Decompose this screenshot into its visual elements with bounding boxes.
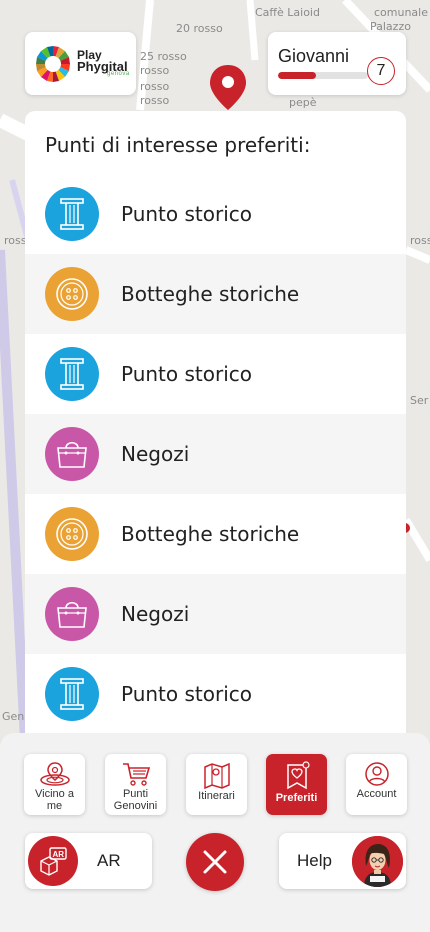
nav-vicino-label: Vicino a me: [35, 788, 74, 812]
favorite-item-label: Botteghe storiche: [121, 282, 300, 306]
bag-icon: [45, 427, 99, 481]
user-progress-fill: [278, 72, 316, 79]
bottom-navigation: Vicino a me Punti Genovini Itinerari Pre…: [0, 733, 430, 932]
favorite-item-label: Punto storico: [121, 202, 253, 226]
nav-account-button[interactable]: Account: [346, 754, 407, 815]
nav-account-label: Account: [356, 788, 397, 800]
favorite-item[interactable]: Punto storico: [25, 334, 406, 414]
map-label: 25 rosso: [140, 50, 187, 63]
logo-mark-icon: [36, 45, 70, 82]
favorite-item[interactable]: Botteghe storiche: [25, 254, 406, 334]
user-level-badge: 7: [367, 57, 395, 85]
map-label: comunale: [374, 6, 429, 19]
nav-preferiti-button[interactable]: Preferiti: [266, 754, 327, 815]
close-button[interactable]: [186, 833, 244, 891]
button-icon: [45, 267, 99, 321]
map-label: Caffè Laioid: [255, 6, 320, 19]
svg-text:AR: AR: [53, 850, 65, 859]
map-label: rosso: [410, 234, 430, 247]
favorite-item[interactable]: Negozi: [25, 414, 406, 494]
nav-punti-button[interactable]: Punti Genovini: [105, 754, 166, 815]
cart-icon: [122, 763, 150, 786]
close-icon: [203, 850, 227, 874]
map-icon: [203, 762, 230, 789]
nav-itinerari-button[interactable]: Itinerari: [186, 754, 247, 815]
column-icon: [45, 667, 99, 721]
user-name: Giovanni: [278, 46, 350, 66]
logo-wordmark: Play Phygital genova: [77, 49, 130, 77]
map-label: rosso: [140, 64, 170, 77]
help-label: Help: [297, 851, 332, 870]
favorite-item-label: Negozi: [121, 602, 190, 626]
nav-vicino-button[interactable]: Vicino a me: [24, 754, 85, 815]
nav-preferiti-label: Preferiti: [275, 792, 318, 804]
heart-tag-icon: [286, 761, 310, 790]
nav-itinerari-label: Itinerari: [198, 790, 235, 802]
ar-label: AR: [97, 851, 121, 870]
panel-title: Punti di interesse preferiti:: [45, 133, 311, 157]
help-button[interactable]: Help: [279, 833, 406, 889]
user-icon: [364, 762, 389, 786]
favorites-list: Punto storico Botteghe storiche Punto st…: [25, 174, 406, 733]
user-profile-card[interactable]: Giovanni 7: [268, 32, 406, 95]
map-label: rosso: [140, 80, 170, 93]
map-label: Gen: [2, 710, 25, 723]
map-label: pepè: [289, 96, 317, 109]
user-progress-bar: [278, 72, 368, 79]
ar-button[interactable]: AR AR: [25, 833, 152, 889]
favorite-item[interactable]: Punto storico: [25, 654, 406, 733]
favorite-item-label: Negozi: [121, 442, 190, 466]
assistant-avatar: [352, 836, 403, 887]
favorites-panel: Punti di interesse preferiti: Punto stor…: [25, 111, 406, 733]
bag-icon: [45, 587, 99, 641]
map-pin-icon[interactable]: [209, 64, 247, 117]
nav-punti-label: Punti Genovini: [113, 788, 158, 812]
favorite-item-label: Botteghe storiche: [121, 522, 300, 546]
favorite-item-label: Punto storico: [121, 682, 253, 706]
button-icon: [45, 507, 99, 561]
favorite-item-label: Punto storico: [121, 362, 253, 386]
favorite-item[interactable]: Negozi: [25, 574, 406, 654]
location-icon: [39, 762, 70, 786]
app-logo[interactable]: Play Phygital genova: [25, 32, 136, 95]
column-icon: [45, 347, 99, 401]
map-label: 20 rosso: [176, 22, 223, 35]
favorite-item[interactable]: Botteghe storiche: [25, 494, 406, 574]
logo-line3: genova: [107, 70, 130, 77]
favorite-item[interactable]: Punto storico: [25, 174, 406, 254]
column-icon: [45, 187, 99, 241]
ar-cube-icon: AR: [28, 836, 78, 886]
map-label: Ser: [410, 394, 429, 407]
map-label: rosso: [140, 94, 170, 107]
